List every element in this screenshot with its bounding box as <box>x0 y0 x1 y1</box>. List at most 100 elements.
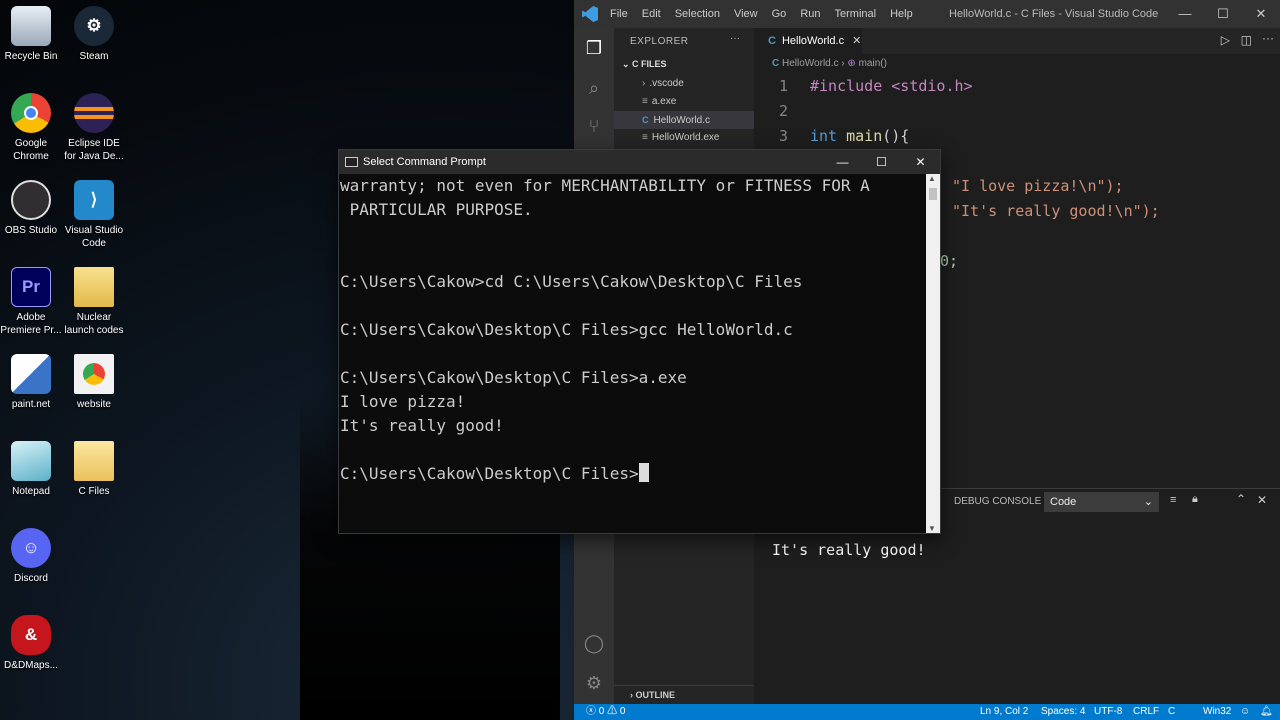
source-control-icon[interactable]: ⑂ <box>582 114 606 138</box>
tree-item-helloworld-c[interactable]: C HelloWorld.c <box>614 111 754 129</box>
code-keyword: int <box>810 127 838 145</box>
cmd-scrollbar[interactable]: ▲ ▼ <box>926 174 940 533</box>
tab-debug-console[interactable]: DEBUG CONSOLE <box>954 496 1041 507</box>
terminal-line: PARTICULAR PURPOSE. <box>340 200 533 219</box>
run-icon[interactable]: ▷ <box>1221 33 1230 47</box>
desktop-icon-label: Adobe Premiere Pr... <box>0 312 62 336</box>
tree-item-a-exe[interactable]: ≡ a.exe <box>614 93 754 111</box>
code-line-2[interactable]: 2 <box>754 99 810 124</box>
breadcrumb-file[interactable]: HelloWorld.c <box>782 58 839 69</box>
minimize-icon[interactable]: — <box>823 150 862 174</box>
account-icon[interactable]: ◯ <box>582 631 606 655</box>
desktop-icon-label: Notepad <box>12 486 50 497</box>
dropdown-value: Code <box>1050 496 1077 508</box>
menu-help[interactable]: Help <box>890 8 913 20</box>
close-icon[interactable]: ✕ <box>901 150 940 174</box>
code-line-6[interactable]: 0; <box>940 249 958 274</box>
problems-indicator[interactable]: ⓧ 0 ⚠ 0 <box>586 704 625 720</box>
close-icon[interactable]: ✕ <box>1242 0 1280 28</box>
desktop-icon-c-files[interactable]: C Files <box>63 441 125 498</box>
cmd-icon <box>345 157 358 167</box>
code-text: (){ <box>882 127 910 145</box>
tree-item-label: a.exe <box>651 96 677 107</box>
desktop-icon-dnd-maps[interactable]: & D&DMaps... <box>0 615 62 672</box>
outline-section[interactable]: › OUTLINE <box>614 685 754 703</box>
code-line-5[interactable]: "It's really good!\n"); <box>952 199 1160 224</box>
code-line-4[interactable]: "I love pizza!\n"); <box>952 174 1124 199</box>
menu-terminal[interactable]: Terminal <box>835 8 877 20</box>
desktop-icon-notepad[interactable]: Notepad <box>0 441 62 498</box>
minimize-icon[interactable]: — <box>1166 0 1204 28</box>
desktop-icon-discord[interactable]: ☺ Discord <box>0 528 62 585</box>
maximize-panel-icon[interactable]: ⌃ <box>1236 492 1246 506</box>
platform[interactable]: Win32 <box>1203 704 1231 720</box>
code-string: "I love pizza!\n"); <box>952 177 1124 195</box>
menu-view[interactable]: View <box>734 8 758 20</box>
file-icon: ≡ <box>642 132 648 143</box>
desktop-icon-recycle-bin[interactable]: Recycle Bin <box>0 6 62 63</box>
terminal-line: C:\Users\Cakow\Desktop\C Files>a.exe <box>340 368 687 387</box>
close-panel-icon[interactable]: ✕ <box>1257 493 1267 507</box>
web-file-icon <box>74 354 114 394</box>
maximize-icon[interactable]: ☐ <box>1204 0 1242 28</box>
desktop-icon-steam[interactable]: ⚙ Steam <box>63 6 125 63</box>
explorer-icon[interactable]: ❐ <box>582 36 606 60</box>
terminal-prompt-line[interactable]: C:\Users\Cakow\Desktop\C Files> <box>340 462 649 486</box>
desktop-icon-label: D&DMaps... <box>4 660 58 671</box>
desktop-icon-chrome[interactable]: Google Chrome <box>0 93 62 163</box>
menu-edit[interactable]: Edit <box>642 8 661 20</box>
search-icon[interactable]: ⌕ <box>582 76 606 100</box>
menu-go[interactable]: Go <box>772 8 787 20</box>
code-function: main <box>846 127 883 145</box>
desktop-icon-label: Recycle Bin <box>4 51 58 62</box>
desktop-icon-label: C Files <box>78 486 110 497</box>
code-line-3[interactable]: 3 int main(){ <box>754 124 909 149</box>
more-actions-icon[interactable]: ··· <box>730 33 740 44</box>
code-string: "It's really good!\n"); <box>952 202 1160 220</box>
tree-item-vscode-folder[interactable]: › .vscode <box>614 75 754 93</box>
tree-item-helloworld-exe[interactable]: ≡ HelloWorld.exe <box>614 129 754 147</box>
code-number: 0; <box>940 252 959 270</box>
menu-run[interactable]: Run <box>800 8 820 20</box>
cursor-position[interactable]: Ln 9, Col 2 <box>980 704 1028 720</box>
desktop-icon-paint-net[interactable]: paint.net <box>0 354 62 411</box>
line-ending[interactable]: CRLF <box>1133 704 1159 720</box>
c-file-icon: C <box>772 58 780 69</box>
bell-icon[interactable]: 🔔︎ <box>1260 704 1273 720</box>
gear-icon[interactable]: ⚙ <box>582 671 606 695</box>
encoding[interactable]: UTF-8 <box>1094 704 1122 720</box>
scrollbar-thumb[interactable] <box>929 188 937 200</box>
folder-name: C FILES <box>632 59 667 69</box>
filter-list-icon[interactable]: ≡ <box>1170 494 1176 506</box>
desktop-icon-eclipse[interactable]: Eclipse IDE for Java De... <box>63 93 125 163</box>
desktop-icon-website[interactable]: website <box>63 354 125 411</box>
feedback-icon[interactable]: ☺ <box>1240 704 1250 720</box>
output-source-dropdown[interactable]: Code ⌄ <box>1044 492 1159 512</box>
scroll-up-icon[interactable]: ▲ <box>928 174 936 183</box>
split-editor-icon[interactable]: ◫ <box>1241 33 1252 47</box>
more-actions-icon[interactable]: ··· <box>1262 31 1274 45</box>
tab-helloworld-c[interactable]: C HelloWorld.c ✕ <box>754 28 862 54</box>
desktop-icon-premiere[interactable]: Pr Adobe Premiere Pr... <box>0 267 62 337</box>
lock-icon[interactable]: 🔒︎ <box>1192 493 1198 506</box>
cmd-titlebar[interactable]: Select Command Prompt — ☐ ✕ <box>339 150 940 174</box>
desktop-icon-label: paint.net <box>11 399 51 410</box>
breadcrumb-symbol[interactable]: main() <box>859 58 887 69</box>
code-line-1[interactable]: 1 #include <stdio.h> <box>754 74 973 99</box>
scroll-down-icon[interactable]: ▼ <box>928 524 936 533</box>
menu-selection[interactable]: Selection <box>675 8 720 20</box>
indentation[interactable]: Spaces: 4 <box>1041 704 1085 720</box>
desktop-icon-vscode[interactable]: ⟩ Visual Studio Code <box>63 180 125 250</box>
maximize-icon[interactable]: ☐ <box>862 150 901 174</box>
folder-header[interactable]: ⌄ C FILES <box>622 59 667 70</box>
code-text: #include <stdio.h> <box>810 77 973 95</box>
terminal-output[interactable]: warranty; not even for MERCHANTABILITY o… <box>340 174 926 533</box>
desktop-icon-label: OBS Studio <box>4 225 58 236</box>
close-tab-icon[interactable]: ✕ <box>852 35 861 47</box>
terminal-line: I love pizza! <box>340 392 466 411</box>
cmd-title: Select Command Prompt <box>363 156 486 168</box>
desktop-icon-nuclear-launch-codes[interactable]: Nuclear launch codes <box>63 267 125 337</box>
menu-file[interactable]: File <box>610 8 628 20</box>
desktop-icon-obs[interactable]: OBS Studio <box>0 180 62 237</box>
language-mode[interactable]: C <box>1168 704 1175 720</box>
